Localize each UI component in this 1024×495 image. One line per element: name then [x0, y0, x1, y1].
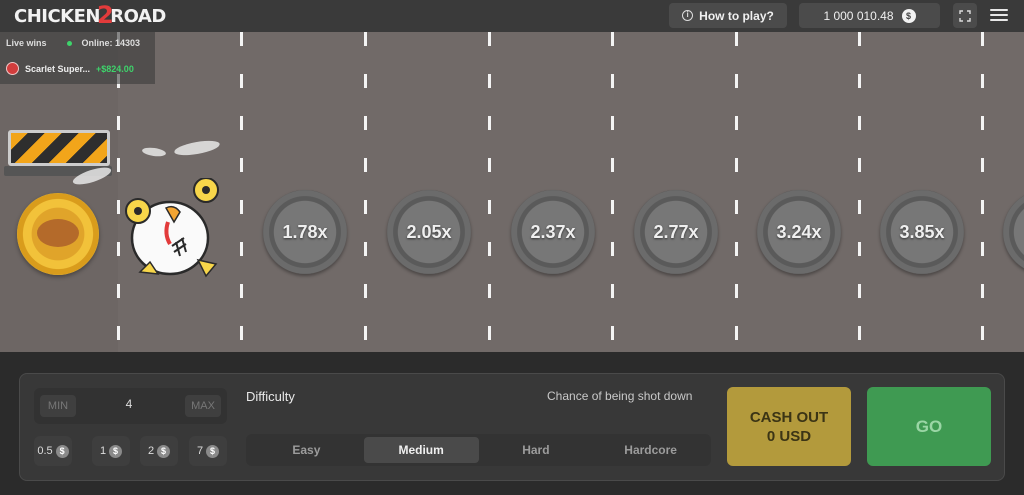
- difficulty-selector: Easy Medium Hard Hardcore: [246, 434, 711, 466]
- difficulty-label: Difficulty: [246, 389, 295, 404]
- how-to-play-label: How to play?: [699, 8, 774, 23]
- road-barrier-icon: [8, 130, 110, 166]
- dollar-coin-icon: $: [157, 444, 171, 458]
- lane-line: [240, 32, 243, 352]
- quick-bet-chip[interactable]: 1 $: [92, 436, 130, 466]
- bet-amount-input[interactable]: 4: [104, 397, 154, 411]
- chance-label: Chance of being shot down: [547, 389, 693, 403]
- game-logo: CHICKEN 2 ROAD: [14, 1, 166, 29]
- info-icon: i: [682, 10, 694, 21]
- balance-display: 1 000 010.48 $: [799, 3, 940, 28]
- how-to-play-button[interactable]: i How to play?: [669, 3, 787, 28]
- lane-line: [858, 32, 861, 352]
- dollar-coin-icon: $: [55, 444, 69, 458]
- live-wins-title: Live wins: [6, 38, 47, 48]
- winner-amount: +$824.00: [96, 63, 134, 74]
- multiplier-manhole[interactable]: 2.77x: [634, 190, 718, 274]
- multiplier-manhole[interactable]: 2.05x: [387, 190, 471, 274]
- difficulty-option-easy[interactable]: Easy: [249, 437, 364, 463]
- lane-line: [981, 32, 984, 352]
- quick-bet-chip[interactable]: 0.5 $: [34, 436, 72, 466]
- quick-bet-chip[interactable]: 7 $: [189, 436, 227, 466]
- dollar-coin-icon: $: [206, 444, 220, 458]
- lane-line: [364, 32, 367, 352]
- dollar-coin-icon: $: [901, 8, 916, 23]
- max-bet-button[interactable]: MAX: [185, 395, 221, 417]
- difficulty-option-medium[interactable]: Medium: [363, 437, 479, 463]
- min-bet-button[interactable]: MIN: [40, 395, 76, 417]
- dollar-coin-icon: $: [109, 444, 123, 458]
- roast-chicken-icon: [37, 219, 79, 247]
- multiplier-manhole[interactable]: 3.24x: [757, 190, 841, 274]
- avatar: [6, 62, 19, 75]
- online-count: Online: 14303: [81, 38, 141, 48]
- difficulty-option-hard[interactable]: Hard: [479, 437, 594, 463]
- menu-button[interactable]: [990, 6, 1008, 24]
- control-panel: MIN 4 MAX 0.5 $ 1 $ 2 $ 7 $ Difficulty Chanc…: [19, 373, 1005, 481]
- lane-line: [611, 32, 614, 352]
- online-indicator-icon: [66, 40, 72, 46]
- logo-text-left: CHICKEN: [14, 5, 101, 27]
- cash-out-button[interactable]: CASH OUT 0 USD: [727, 387, 851, 466]
- dead-chicken-icon: [125, 178, 219, 278]
- lane-line: [488, 32, 491, 352]
- multiplier-manhole[interactable]: 2.37x: [511, 190, 595, 274]
- logo-text-right: ROAD: [110, 5, 166, 27]
- top-bar: CHICKEN 2 ROAD i How to play? 1 000 010.…: [0, 0, 1024, 32]
- multiplier-manhole[interactable]: 1.78x: [263, 190, 347, 274]
- gold-start-manhole: [17, 193, 99, 275]
- multiplier-manhole[interactable]: 3.85x: [880, 190, 964, 274]
- menu-icon: [990, 9, 1008, 11]
- balance-value: 1 000 010.48: [823, 8, 894, 23]
- go-button[interactable]: GO: [867, 387, 991, 466]
- multiplier-manhole-partial: [1003, 190, 1024, 274]
- logo-number: 2: [97, 1, 114, 29]
- quick-bet-chip[interactable]: 2 $: [140, 436, 178, 466]
- feather-icon: [141, 146, 167, 158]
- fullscreen-icon: [959, 9, 971, 22]
- live-wins-panel: Live wins Online: 14303 Scarlet Super...…: [0, 32, 155, 84]
- live-win-entry: Scarlet Super... +$824.00: [6, 62, 134, 75]
- lane-line: [735, 32, 738, 352]
- feather-icon: [173, 138, 221, 158]
- winner-name: Scarlet Super...: [25, 63, 91, 74]
- difficulty-option-hardcore[interactable]: Hardcore: [593, 437, 708, 463]
- bet-amount-stepper: MIN 4 MAX: [34, 388, 227, 424]
- fullscreen-button[interactable]: [953, 3, 977, 28]
